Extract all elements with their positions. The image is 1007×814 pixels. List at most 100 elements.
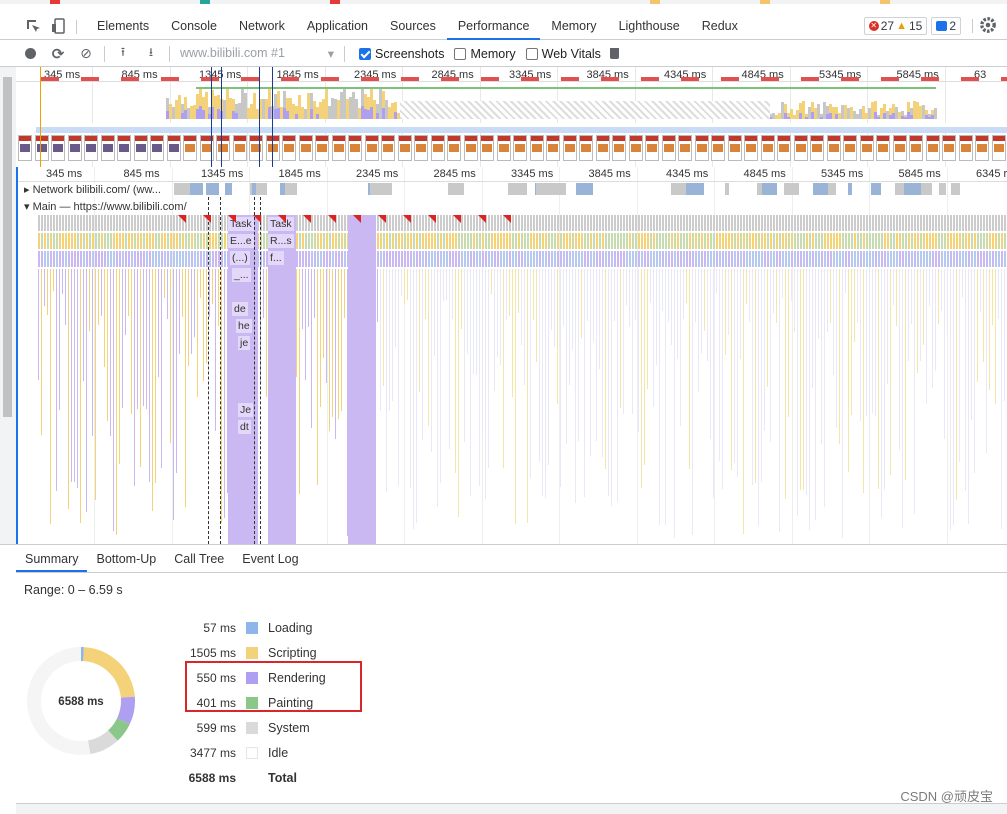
screenshot-frame-image (631, 144, 641, 152)
task-stripe (788, 269, 789, 417)
timeline-overview[interactable]: 345 ms845 ms1345 ms1845 ms2345 ms2845 ms… (16, 67, 1007, 167)
clear-button[interactable]: ⊘ (72, 41, 100, 67)
marker-line (211, 67, 212, 167)
task-stripe (908, 251, 910, 267)
task-stripe (761, 233, 763, 249)
task-stripe (809, 215, 811, 231)
tab-sources[interactable]: Sources (379, 14, 447, 40)
task-stripe (881, 215, 883, 231)
network-track-label[interactable]: ▸ Network bilibili.com/ (ww... (24, 183, 163, 196)
tab-event-log[interactable]: Event Log (233, 545, 307, 572)
task-stripe (1004, 233, 1006, 249)
task-stripe (92, 269, 93, 436)
tab-summary[interactable]: Summary (16, 545, 87, 572)
task-stripe (125, 269, 126, 335)
collect-garbage-button[interactable] (601, 41, 629, 67)
task-stripe (830, 269, 831, 323)
reload-button[interactable]: ⟳ (44, 41, 72, 67)
tab-bottom-up[interactable]: Bottom-Up (87, 545, 165, 572)
task-stripe (140, 215, 142, 231)
task-stripe (776, 251, 778, 267)
task-stripe (584, 269, 585, 497)
task-stripe (1001, 233, 1003, 249)
screenshot-frame-header (844, 136, 856, 141)
task-stripe (221, 269, 222, 523)
error-icon: ✕ (869, 21, 879, 31)
task-stripe (1001, 269, 1002, 529)
task-stripe (122, 251, 124, 267)
task-stripe (572, 269, 573, 350)
load-profile-button[interactable]: ⭱ (109, 41, 137, 67)
task-stripe (818, 251, 820, 267)
task-stripe (812, 233, 814, 249)
screenshot-frame-header (234, 136, 246, 141)
messages-badge[interactable]: 2 (931, 17, 961, 35)
network-request-bar (762, 183, 776, 195)
task-stripe (320, 233, 322, 249)
task-stripe (917, 215, 919, 231)
task-stripe (62, 269, 63, 294)
task-stripe (896, 269, 897, 326)
task-stripe (59, 269, 60, 410)
task-stripe (107, 269, 108, 421)
task-stripe (812, 269, 813, 388)
task-stripe (905, 251, 907, 267)
task-stripe (692, 251, 694, 267)
task-stripe (905, 215, 907, 231)
task-stripe (497, 251, 499, 267)
flame-chart[interactable]: ▸ Network bilibili.com/ (ww... ▾ Main — … (16, 167, 1007, 544)
main-track-label[interactable]: ▾ Main — https://www.bilibili.com/ (24, 200, 187, 213)
vertical-scrollbar[interactable] (0, 67, 16, 544)
device-toolbar-icon[interactable] (51, 18, 67, 34)
task-stripe (338, 251, 340, 267)
task-stripe (449, 215, 451, 231)
record-button[interactable] (16, 41, 44, 67)
task-stripe (803, 251, 805, 267)
tab-memory[interactable]: Memory (540, 14, 607, 40)
screenshots-checkbox[interactable]: Screenshots (359, 47, 444, 61)
tab-call-tree[interactable]: Call Tree (165, 545, 233, 572)
task-stripe (143, 269, 144, 406)
tab-lighthouse[interactable]: Lighthouse (608, 14, 691, 40)
task-stripe (524, 215, 526, 231)
tab-performance[interactable]: Performance (447, 14, 541, 40)
task-stripe (41, 215, 43, 231)
task-stripe (479, 251, 481, 267)
web-vitals-checkbox[interactable]: Web Vitals (526, 47, 601, 61)
task-stripe (539, 215, 541, 231)
issues-badge[interactable]: ✕ 27 ▲ 15 (864, 17, 928, 35)
screenshot-frame-image (86, 144, 96, 152)
screenshot-frame-image (647, 144, 657, 152)
save-profile-button[interactable]: ⭳ (137, 41, 165, 67)
task-stripe (728, 233, 730, 249)
tab-elements[interactable]: Elements (86, 14, 160, 40)
task-stripe (875, 233, 877, 249)
settings-gear-icon[interactable] (979, 16, 997, 34)
memory-checkbox[interactable]: Memory (454, 47, 515, 61)
task-stripe (950, 215, 952, 231)
legend-row-scripting: 1505 msScripting (186, 640, 356, 665)
tab-console[interactable]: Console (160, 14, 228, 40)
tab-application[interactable]: Application (296, 14, 379, 40)
profile-select[interactable]: www.bilibili.com #1▾ (180, 46, 340, 61)
inspect-element-icon[interactable] (25, 18, 41, 34)
tab-network[interactable]: Network (228, 14, 296, 40)
task-stripe (872, 269, 873, 413)
task-stripe (671, 251, 673, 267)
task-stripe (887, 233, 889, 249)
tab-redux[interactable]: Redux (691, 14, 749, 40)
long-task-flag (503, 215, 511, 223)
task-stripe (158, 251, 160, 267)
task-stripe (221, 215, 223, 231)
task-stripe (491, 215, 493, 231)
task-stripe (47, 251, 49, 267)
task-stripe (830, 233, 832, 249)
task-stripe (650, 269, 651, 303)
task-stripe (338, 269, 339, 419)
long-task-flag (253, 215, 261, 223)
task-stripe (191, 251, 193, 267)
task-stripe (551, 251, 553, 267)
task-stripe (299, 233, 301, 249)
task-stripe (923, 233, 925, 249)
task-stripe (917, 233, 919, 249)
